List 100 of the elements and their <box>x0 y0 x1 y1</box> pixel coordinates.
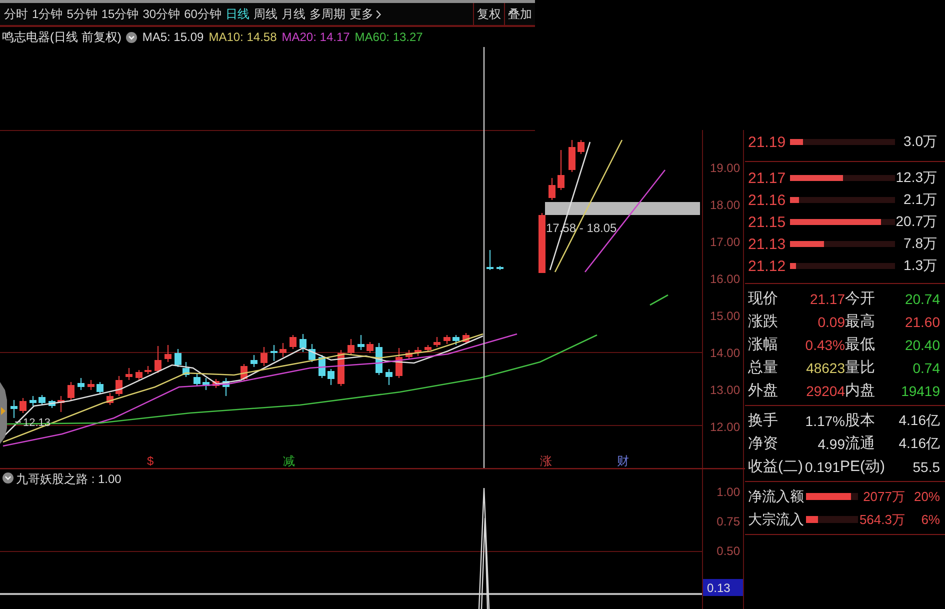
quote-label: 最高 <box>845 312 876 331</box>
candle <box>260 346 268 366</box>
candle <box>348 338 354 356</box>
quote-label: 量比 <box>845 358 876 377</box>
axis-label: 0.75 <box>716 514 740 528</box>
quote-value: 21.60 <box>904 314 940 330</box>
period-tab[interactable]: 月线 <box>280 4 306 24</box>
candle <box>496 266 504 270</box>
quote-value: 0.43% <box>804 336 845 352</box>
candle <box>558 150 564 190</box>
candle <box>270 344 278 362</box>
quote-value: 29204 <box>805 382 845 398</box>
axis-label: 16.00 <box>710 272 740 286</box>
quote-value: 1.17% <box>804 412 845 428</box>
candle <box>250 354 258 368</box>
candle <box>68 382 74 400</box>
toolbar-button[interactable]: 复权 <box>473 3 504 25</box>
axis-label: 0.50 <box>716 544 740 558</box>
ma-value: MA60: 13.27 <box>354 30 423 44</box>
cursor-value-tag: 0.13 <box>703 579 743 596</box>
candle <box>406 350 412 360</box>
order-price: 21.12 <box>748 258 787 274</box>
candle <box>568 140 576 172</box>
quote-label: 现价 <box>748 289 779 308</box>
candle <box>386 368 392 386</box>
quote-label: 外盘 <box>748 381 779 400</box>
period-tab[interactable]: 30分钟 <box>142 4 182 24</box>
candle <box>164 344 172 362</box>
axis-label: 15.00 <box>710 309 740 323</box>
quote-value: 4.99 <box>816 436 845 452</box>
candle <box>106 392 114 406</box>
period-tab[interactable]: 分时 <box>3 4 29 24</box>
period-tab[interactable]: 多周期 <box>308 4 346 24</box>
candle <box>78 378 84 390</box>
candle <box>154 346 162 374</box>
event-marker: 减 <box>283 454 295 468</box>
order-volume: 3.0万 <box>902 133 937 151</box>
order-volume: 1.3万 <box>902 257 937 275</box>
candle <box>444 334 450 344</box>
quote-label: 总量 <box>748 358 779 377</box>
quote-label: 最低 <box>845 335 876 354</box>
quote-label: 流通 <box>845 434 876 453</box>
quote-value: 0.74 <box>912 360 940 376</box>
axis-label: 17.00 <box>710 235 740 249</box>
quote-value: 4.16亿 <box>898 412 940 430</box>
ma-value: MA10: 14.58 <box>208 30 277 44</box>
candle <box>434 336 440 348</box>
scroll-handle[interactable] <box>0 382 7 444</box>
period-tab[interactable]: 周线 <box>252 4 278 24</box>
candle <box>212 378 220 388</box>
candle <box>126 368 132 380</box>
candle <box>486 250 494 270</box>
candle <box>300 334 306 352</box>
flow-percent: 6% <box>920 512 940 527</box>
candle <box>116 376 122 396</box>
candle <box>88 380 94 390</box>
quote-label: 净资 <box>748 434 779 453</box>
quote-value: 21.17 <box>808 290 845 306</box>
event-marker: $ <box>147 454 154 468</box>
candle <box>424 344 432 352</box>
period-tab[interactable]: 1分钟 <box>31 4 64 24</box>
candle <box>366 342 374 354</box>
candle <box>194 374 200 386</box>
toolbar-button[interactable]: 叠加 <box>504 3 535 25</box>
period-tab[interactable]: 15分钟 <box>100 4 140 24</box>
order-volume: 2.1万 <box>902 191 937 209</box>
candle <box>10 400 18 418</box>
order-price: 21.15 <box>748 214 787 230</box>
chevron-circle-icon[interactable] <box>126 32 138 42</box>
event-marker: 财 <box>617 454 629 468</box>
quote-label: 涨跌 <box>748 312 779 331</box>
axis-label: 14.00 <box>710 346 740 360</box>
candle <box>280 342 286 358</box>
order-volume: 20.7万 <box>895 213 937 231</box>
stock-title: 鸣志电器(日线 前复权) <box>2 28 122 46</box>
period-tab[interactable]: 5分钟 <box>66 4 98 24</box>
indicator-title: 九哥妖股之路 : 1.00 <box>16 472 122 486</box>
ma-value: MA5: 15.09 <box>142 30 204 44</box>
axis-label: 1.00 <box>716 485 740 499</box>
candle <box>58 396 64 412</box>
candle <box>30 396 36 406</box>
period-tab[interactable]: 60分钟 <box>183 4 222 24</box>
quote-value: 20.40 <box>904 336 940 352</box>
candle <box>136 370 142 380</box>
chevron-circle-icon[interactable] <box>2 472 14 484</box>
candle <box>20 398 26 414</box>
candle <box>452 334 460 346</box>
quote-label: 换手 <box>748 411 779 430</box>
candle <box>96 382 104 394</box>
flow-label: 净流入额 <box>748 488 804 506</box>
candle <box>202 378 210 390</box>
order-price: 21.16 <box>748 192 787 208</box>
more-menu-tab[interactable]: 更多 <box>348 4 382 24</box>
quote-value: 19419 <box>900 382 940 398</box>
quote-label: PE(动) <box>840 457 885 476</box>
quote-label: 股本 <box>845 411 876 430</box>
quote-label: 今开 <box>845 289 876 308</box>
period-tab[interactable]: 日线 <box>224 4 250 24</box>
quote-label: 内盘 <box>845 381 876 400</box>
candle <box>328 368 334 386</box>
